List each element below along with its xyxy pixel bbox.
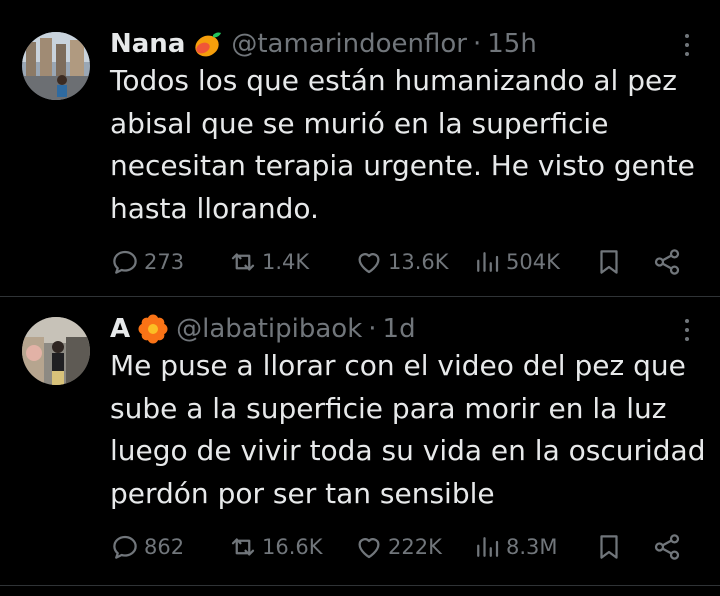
tweet[interactable]: Nana @tamarindoenflor · 15h Todos los qu… <box>0 0 720 296</box>
retweet-button[interactable]: 16.6K <box>228 527 323 567</box>
reply-icon <box>113 535 137 559</box>
like-count: 222K <box>388 535 442 559</box>
retweet-icon <box>231 538 255 556</box>
views-icon <box>477 537 499 557</box>
handle[interactable]: @tamarindoenflor <box>231 29 467 59</box>
like-count: 13.6K <box>388 250 449 274</box>
timestamp[interactable]: 1d <box>383 314 416 344</box>
share-icon <box>654 534 680 560</box>
tweet-text-line: hasta llorando. <box>110 191 319 225</box>
bookmark-button[interactable] <box>594 242 628 282</box>
retweet-icon <box>231 253 255 271</box>
retweet-count: 1.4K <box>262 250 310 274</box>
tweet-text-line: Me puse a llorar con el video del pez qu… <box>110 349 686 382</box>
tweet-text-line: abisal que se murió en la superficie <box>110 106 609 140</box>
like-button[interactable]: 222K <box>354 527 442 567</box>
tweet[interactable]: A @labatipibaok · 1d Me puse a llorar co… <box>0 297 720 585</box>
divider <box>0 585 720 586</box>
timestamp[interactable]: 15h <box>487 29 537 59</box>
bookmark-icon <box>600 250 618 274</box>
reply-button[interactable]: 862 <box>110 527 184 567</box>
orange-flower-icon <box>138 314 168 344</box>
action-bar: 273 1.4K 13.6K 504K <box>110 242 690 282</box>
views-button[interactable]: 8.3M <box>472 527 558 567</box>
tweet-text-line: sube a la superficie para morir en la lu… <box>110 391 667 425</box>
separator-dot: · <box>473 29 482 59</box>
share-button[interactable] <box>652 527 686 567</box>
reply-button[interactable]: 273 <box>110 242 184 282</box>
heart-icon <box>358 253 380 274</box>
view-count: 8.3M <box>506 535 558 559</box>
views-icon <box>477 252 499 272</box>
tweet-text-line: luego de vivir toda su vida en la oscuri… <box>110 434 706 467</box>
handle[interactable]: @labatipibaok <box>176 314 362 344</box>
mango-icon <box>193 29 223 59</box>
display-name[interactable]: Nana <box>110 29 185 59</box>
view-count: 504K <box>506 250 560 274</box>
retweet-button[interactable]: 1.4K <box>228 242 309 282</box>
bookmark-button[interactable] <box>594 527 628 567</box>
avatar[interactable] <box>22 32 90 100</box>
reply-count: 273 <box>144 250 185 274</box>
retweet-count: 16.6K <box>262 535 323 559</box>
separator-dot: · <box>368 314 377 344</box>
like-button[interactable]: 13.6K <box>354 242 449 282</box>
bookmark-icon <box>600 535 618 559</box>
action-bar: 862 16.6K 222K 8.3M <box>110 527 690 567</box>
avatar[interactable] <box>22 317 90 385</box>
tweet-text-line: Todos los que están humanizando al pez <box>110 64 677 97</box>
tweet-text-line: necesitan terapia urgente. He visto gent… <box>110 149 695 182</box>
reply-count: 862 <box>144 535 185 559</box>
share-button[interactable] <box>652 242 686 282</box>
tweet-text: Me puse a llorar con el video del pez qu… <box>110 345 710 515</box>
tweet-text-line: perdón por ser tan sensible <box>110 476 495 510</box>
reply-icon <box>113 250 137 274</box>
more-options-icon[interactable] <box>680 30 694 60</box>
share-icon <box>654 249 680 275</box>
views-button[interactable]: 504K <box>472 242 560 282</box>
tweet-text: Todos los que están humanizando al pez a… <box>110 60 710 230</box>
more-options-icon[interactable] <box>680 315 694 345</box>
display-name[interactable]: A <box>110 314 130 344</box>
heart-icon <box>358 538 380 559</box>
